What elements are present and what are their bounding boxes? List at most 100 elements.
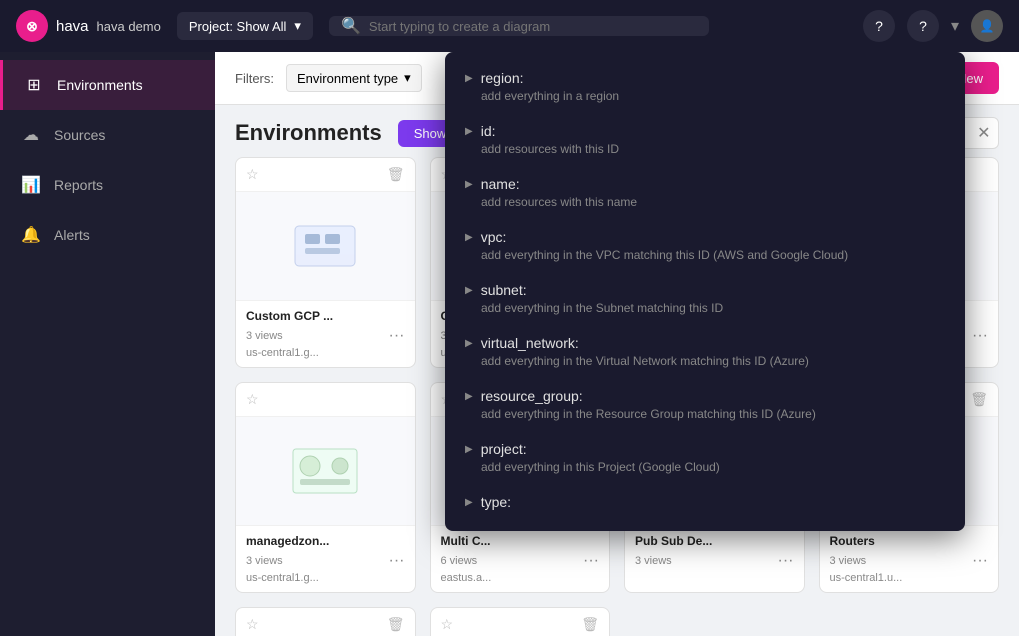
filter-type-label: Environment type (297, 71, 398, 86)
sidebar-item-reports[interactable]: 📊 Reports (0, 160, 215, 210)
dropdown-key: region: (481, 70, 524, 86)
dropdown-key: project: (481, 441, 527, 457)
more-options-icon[interactable]: ··· (778, 552, 794, 570)
card-info-5: managedzon... 3 views ··· us-central1.g.… (236, 526, 415, 592)
card-meta: 3 views ··· (246, 327, 405, 345)
environment-type-filter[interactable]: Environment type ▾ (286, 64, 422, 92)
card-views: 3 views (635, 555, 672, 567)
user-avatar[interactable]: 👤 (971, 10, 1003, 42)
chevron-down-icon: ▾ (294, 18, 301, 34)
sidebar-item-environments[interactable]: ⊞ Environments (0, 60, 215, 110)
card-info-6: Multi C... 6 views ··· eastus.a... (431, 526, 610, 592)
more-options-icon[interactable]: ··· (583, 552, 599, 570)
docs-icon[interactable]: ? (863, 10, 895, 42)
delete-icon[interactable]: 🗑 (970, 391, 988, 408)
project-label: Project: Show All (189, 19, 287, 34)
sidebar: ⊞ Environments ☁ Sources 📊 Reports 🔔 Ale… (0, 52, 215, 636)
dropdown-item-vpc[interactable]: ▶ vpc: add everything in the VPC matchin… (445, 219, 965, 272)
dropdown-item-virtual-network[interactable]: ▶ virtual_network: add everything in the… (445, 325, 965, 378)
delete-icon[interactable]: 🗑 (581, 616, 599, 633)
card-views: 3 views (246, 555, 283, 567)
chevron-icon: ▾ (951, 16, 959, 36)
search-icon: 🔍 (341, 16, 361, 36)
dropdown-desc: add resources with this name (465, 195, 945, 209)
star-icon[interactable]: ☆ (441, 616, 454, 633)
dropdown-item-subnet[interactable]: ▶ subnet: add everything in the Subnet m… (445, 272, 965, 325)
card-name: Routers (830, 534, 989, 548)
card-top-1: ☆ 🗑 (236, 158, 415, 191)
dropdown-item-id[interactable]: ▶ id: add resources with this ID (445, 113, 965, 166)
sidebar-item-label: Reports (54, 177, 103, 193)
sources-icon: ☁ (20, 124, 42, 146)
brand-name: hava (56, 18, 89, 35)
dropdown-item-resource-group[interactable]: ▶ resource_group: add everything in the … (445, 378, 965, 431)
dropdown-desc: add everything in the VPC matching this … (465, 248, 945, 262)
dropdown-key: vpc: (481, 229, 507, 245)
dropdown-key: subnet: (481, 282, 527, 298)
project-selector[interactable]: Project: Show All ▾ (177, 12, 313, 40)
sidebar-item-alerts[interactable]: 🔔 Alerts (0, 210, 215, 260)
card-top-10: ☆ 🗑 (431, 608, 610, 636)
reports-icon: 📊 (20, 174, 42, 196)
card-location: us-central1.g... (246, 347, 405, 359)
top-navigation: ⊗ hava hava demo Project: Show All ▾ 🔍 ?… (0, 0, 1019, 52)
chevron-right-icon: ▶ (465, 444, 473, 455)
chevron-right-icon: ▶ (465, 126, 473, 137)
more-options-icon[interactable]: ··· (972, 327, 988, 345)
more-options-icon[interactable]: ··· (972, 552, 988, 570)
card-preview-1 (236, 191, 415, 301)
company-name: hava demo (97, 19, 161, 34)
card-info-8: Routers 3 views ··· us-central1.u... (820, 526, 999, 592)
dropdown-desc: add everything in the Subnet matching th… (465, 301, 945, 315)
delete-icon[interactable]: 🗑 (387, 616, 405, 633)
dropdown-key: name: (481, 176, 520, 192)
card-views: 3 views (830, 555, 867, 567)
help-icon[interactable]: ? (907, 10, 939, 42)
star-icon[interactable]: ☆ (246, 166, 259, 183)
dropdown-item-name[interactable]: ▶ name: add resources with this name (445, 166, 965, 219)
dropdown-key: resource_group: (481, 388, 583, 404)
more-options-icon[interactable]: ··· (389, 327, 405, 345)
delete-icon[interactable]: 🗑 (387, 166, 405, 183)
dropdown-key: id: (481, 123, 496, 139)
dropdown-item-region[interactable]: ▶ region: add everything in a region (445, 60, 965, 113)
card-location: us-central1.u... (830, 572, 989, 584)
env-card-10[interactable]: ☆ 🗑 (430, 607, 611, 636)
card-top-5: ☆ (236, 383, 415, 416)
filters-label: Filters: (235, 71, 274, 86)
card-meta: 3 views ··· (246, 552, 405, 570)
dropdown-item-type[interactable]: ▶ type: (445, 484, 965, 523)
chevron-right-icon: ▶ (465, 338, 473, 349)
diagram-search-bar[interactable]: 🔍 (329, 16, 709, 36)
card-meta: 3 views ··· (635, 552, 794, 570)
logo-area: ⊗ hava hava demo (16, 10, 161, 42)
chevron-right-icon: ▶ (465, 179, 473, 190)
chevron-right-icon: ▶ (465, 391, 473, 402)
page-title: Environments (235, 120, 382, 146)
star-icon[interactable]: ☆ (246, 616, 259, 633)
env-card-9[interactable]: ☆ 🗑 (235, 607, 416, 636)
search-dropdown: ▶ region: add everything in a region ▶ i… (445, 52, 965, 531)
dropdown-desc: add resources with this ID (465, 142, 945, 156)
close-icon[interactable]: ✕ (977, 123, 990, 143)
dropdown-desc: add everything in the Virtual Network ma… (465, 354, 945, 368)
sidebar-item-label: Sources (54, 127, 105, 143)
dropdown-key: virtual_network: (481, 335, 579, 351)
dropdown-item-project[interactable]: ▶ project: add everything in this Projec… (445, 431, 965, 484)
main-layout: ⊞ Environments ☁ Sources 📊 Reports 🔔 Ale… (0, 52, 1019, 636)
chevron-down-icon: ▾ (404, 70, 411, 86)
card-info-7: Pub Sub De... 3 views ··· (625, 526, 804, 580)
sidebar-item-sources[interactable]: ☁ Sources (0, 110, 215, 160)
dropdown-desc: add everything in a region (465, 89, 945, 103)
env-card-1[interactable]: ☆ 🗑 Custom GCP ... 3 views ··· (235, 157, 416, 368)
star-icon[interactable]: ☆ (246, 391, 259, 408)
card-name: Multi C... (441, 534, 600, 548)
card-views: 6 views (441, 555, 478, 567)
sidebar-item-label: Environments (57, 77, 143, 93)
logo-icon: ⊗ (16, 10, 48, 42)
chevron-right-icon: ▶ (465, 285, 473, 296)
env-card-5[interactable]: ☆ managedzon... 3 views ··· (235, 382, 416, 593)
more-options-icon[interactable]: ··· (389, 552, 405, 570)
diagram-search-input[interactable] (369, 19, 697, 34)
card-meta: 3 views ··· (830, 552, 989, 570)
